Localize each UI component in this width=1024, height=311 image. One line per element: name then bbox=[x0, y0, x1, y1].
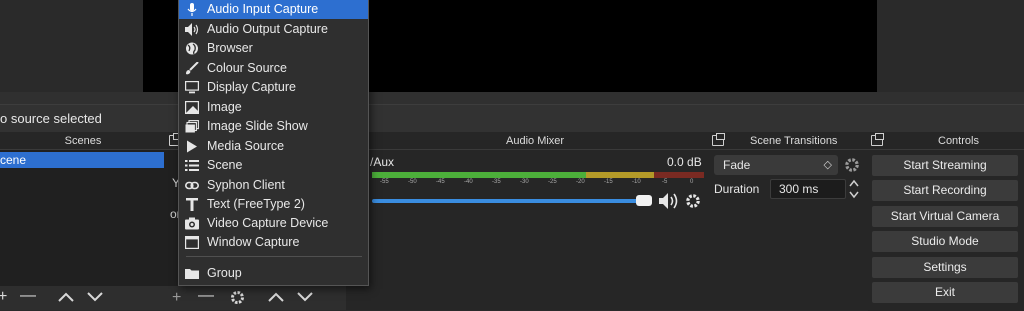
menu-item-media-source[interactable]: Media Source bbox=[179, 137, 368, 156]
menu-item-image-slide-show[interactable]: Image Slide Show bbox=[179, 117, 368, 136]
transition-select[interactable]: Fade ◇ bbox=[714, 155, 838, 175]
scale-tick: -20 bbox=[576, 179, 585, 185]
play-icon bbox=[187, 140, 197, 153]
scale-tick: -35 bbox=[492, 179, 501, 185]
add-scene-button[interactable]: + bbox=[0, 289, 7, 305]
mixer-channel-label: /Aux bbox=[370, 155, 395, 169]
mixer-level-readout: 0.0 dB bbox=[667, 155, 702, 169]
move-down-icon[interactable] bbox=[87, 291, 103, 303]
menu-item-scene[interactable]: Scene bbox=[179, 156, 368, 175]
source-status-text: o source selected bbox=[0, 111, 102, 126]
scale-tick: -40 bbox=[464, 179, 473, 185]
scale-tick: -15 bbox=[604, 179, 613, 185]
menu-item-window-capture[interactable]: Window Capture bbox=[179, 233, 368, 252]
controls-title: Controls bbox=[938, 135, 979, 147]
scenes-dock-title: Scenes bbox=[64, 135, 102, 147]
volume-slider-handle[interactable] bbox=[636, 195, 652, 206]
remove-source-button[interactable]: — bbox=[198, 288, 214, 304]
scenes-list[interactable] bbox=[0, 150, 166, 286]
dock-float-icon[interactable] bbox=[712, 133, 725, 146]
link-icon bbox=[185, 181, 199, 190]
scale-tick: -10 bbox=[632, 179, 641, 185]
source-properties-gear-icon[interactable] bbox=[230, 290, 245, 305]
duration-input-value: 300 ms bbox=[779, 182, 819, 196]
duration-label: Duration bbox=[714, 182, 760, 196]
microphone-icon bbox=[187, 3, 197, 16]
scenes-dock-header: Scenes bbox=[0, 132, 166, 150]
settings-button[interactable]: Settings bbox=[872, 257, 1018, 278]
scene-list-item[interactable]: cene bbox=[0, 152, 164, 168]
select-arrows-icon: ◇ bbox=[823, 159, 832, 171]
move-down-icon[interactable] bbox=[297, 291, 313, 303]
add-source-button[interactable]: + bbox=[172, 290, 181, 306]
camera-icon bbox=[185, 217, 199, 230]
controls-dock-header: Controls bbox=[868, 132, 1024, 150]
dock-float-icon[interactable] bbox=[871, 133, 884, 146]
scene-transitions-dock-header: Scene Transitions bbox=[708, 132, 868, 150]
menu-item-video-capture-device[interactable]: Video Capture Device bbox=[179, 214, 368, 233]
exit-button[interactable]: Exit bbox=[872, 282, 1018, 303]
volume-meter-scale: -55 -50 -45 -40 -35 -30 -25 -20 -15 -10 … bbox=[372, 178, 704, 190]
menu-item-browser[interactable]: Browser bbox=[179, 39, 368, 58]
speaker-icon bbox=[185, 23, 199, 36]
menu-item-text-freetype2[interactable]: Text (FreeType 2) bbox=[179, 195, 368, 214]
scale-tick: -50 bbox=[408, 179, 417, 185]
speaker-mute-icon[interactable] bbox=[658, 192, 680, 210]
menu-item-syphon-client[interactable]: Syphon Client bbox=[179, 176, 368, 195]
move-up-icon[interactable] bbox=[268, 291, 284, 303]
window-icon bbox=[185, 236, 199, 249]
menu-item-group[interactable]: Group bbox=[179, 264, 368, 283]
scale-tick: -5 bbox=[662, 179, 668, 185]
start-virtual-camera-button[interactable]: Start Virtual Camera bbox=[872, 206, 1018, 227]
list-icon bbox=[185, 160, 199, 171]
menu-item-colour-source[interactable]: Colour Source bbox=[179, 59, 368, 78]
start-streaming-button[interactable]: Start Streaming bbox=[872, 155, 1018, 176]
studio-mode-button[interactable]: Studio Mode bbox=[872, 231, 1018, 252]
remove-scene-button[interactable]: — bbox=[20, 288, 36, 304]
duration-input[interactable]: 300 ms bbox=[770, 179, 846, 199]
mixer-settings-gear-icon[interactable] bbox=[685, 193, 701, 209]
duration-stepper-icon[interactable] bbox=[848, 178, 860, 200]
scene-transitions-title: Scene Transitions bbox=[750, 135, 838, 147]
folder-icon bbox=[185, 269, 199, 279]
scale-tick: 0 bbox=[690, 179, 694, 185]
source-status-bar: o source selected bbox=[0, 104, 1024, 132]
preview-divider bbox=[0, 92, 1024, 104]
menu-separator bbox=[186, 256, 362, 257]
move-up-icon[interactable] bbox=[58, 291, 74, 303]
sources-toolbar: + — bbox=[166, 286, 346, 310]
scale-tick: -25 bbox=[548, 179, 557, 185]
image-stack-icon bbox=[185, 120, 199, 133]
globe-icon bbox=[186, 42, 198, 55]
paintbrush-icon bbox=[186, 62, 199, 75]
menu-item-image[interactable]: Image bbox=[179, 98, 368, 117]
monitor-icon bbox=[185, 81, 199, 94]
scene-item-label: cene bbox=[0, 153, 27, 167]
menu-item-audio-input-capture[interactable]: Audio Input Capture bbox=[179, 0, 368, 19]
audio-mixer-dock-header: Audio Mixer bbox=[346, 132, 708, 150]
scale-tick: -30 bbox=[520, 179, 529, 185]
volume-slider-track[interactable] bbox=[372, 199, 642, 203]
transition-select-value: Fade bbox=[723, 158, 751, 172]
text-icon bbox=[186, 198, 198, 211]
scale-tick: -55 bbox=[380, 179, 389, 185]
menu-item-display-capture[interactable]: Display Capture bbox=[179, 78, 368, 97]
transition-properties-gear-icon[interactable] bbox=[844, 157, 860, 173]
start-recording-button[interactable]: Start Recording bbox=[872, 180, 1018, 201]
scenes-toolbar: + — bbox=[0, 286, 166, 310]
image-icon bbox=[185, 101, 199, 114]
scale-tick: -45 bbox=[436, 179, 445, 185]
menu-item-audio-output-capture[interactable]: Audio Output Capture bbox=[179, 20, 368, 39]
audio-mixer-title: Audio Mixer bbox=[506, 135, 565, 147]
